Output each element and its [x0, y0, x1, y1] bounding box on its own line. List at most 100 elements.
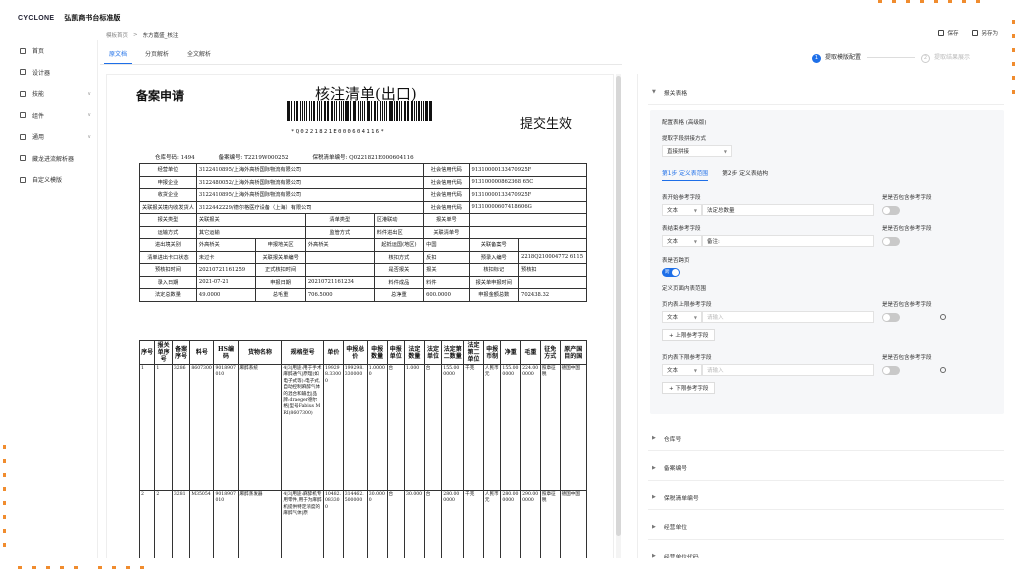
accordion-item[interactable]: ▶ 保税清单编号	[648, 485, 1004, 510]
decor-dash	[126, 566, 130, 569]
start-field-input[interactable]: 法定总数量	[702, 204, 874, 216]
cell: 反扣	[423, 250, 470, 264]
barcode-bar	[311, 101, 312, 121]
cell-label: 社会信用代码	[423, 163, 470, 177]
goods-cell: 224.000000	[520, 364, 541, 491]
end-field-input[interactable]: 备注:	[702, 235, 874, 247]
sidebar-item[interactable]: 通用 ∨	[16, 126, 97, 148]
page-top-input[interactable]: 请输入	[702, 311, 874, 323]
sidebar-item[interactable]: 技能 ∨	[16, 83, 97, 105]
goods-table: 序号 报关单序号 备案序号 料号 HS编码 货物名称 规格型号 单价 申报总价 申报数量 申报单位法…	[138, 340, 588, 558]
accordion-customs-table[interactable]: ▼ 报关表格	[648, 80, 1004, 105]
settings-icon[interactable]	[940, 314, 946, 320]
goods-cell: 台	[386, 364, 406, 491]
decor-dash	[1012, 62, 1015, 66]
top-bar: CYCLONE 弘凯商书台标准版	[16, 10, 1006, 26]
sidebar-item[interactable]: 藏龙进流解析器	[16, 148, 97, 170]
barcode-bar	[420, 101, 422, 121]
cell: 核扣标记	[468, 263, 520, 277]
barcode-bar	[405, 101, 407, 121]
accordion-item[interactable]: ▶ 经营单位代码	[648, 544, 1004, 558]
meta-label: 保税清单编号:	[312, 155, 348, 161]
cell: 起抵运国(地区)	[373, 238, 425, 252]
chevron-down-icon: ▼	[693, 367, 697, 373]
barcode-bar	[320, 101, 323, 121]
settings-icon[interactable]	[940, 367, 946, 373]
barcode-bar	[390, 101, 393, 121]
breadcrumb-parent[interactable]: 模板首页	[106, 31, 128, 39]
chevron-down-icon: ▼	[693, 207, 697, 213]
doc-scroll-thumb[interactable]	[616, 76, 621, 536]
sidebar-item-label: 设计器	[32, 69, 51, 77]
add-top-field-button[interactable]: + 上限参考字段	[662, 329, 716, 341]
sidebar-item[interactable]: 设计器	[16, 62, 97, 84]
sidebar-item[interactable]: 首页	[16, 40, 97, 62]
start-type-select[interactable]: 文本 ▼	[662, 204, 702, 216]
step-2-number: 2	[921, 53, 931, 63]
add-bottom-field-button[interactable]: + 下限参考字段	[662, 382, 716, 394]
cell: 总毛重	[255, 288, 306, 302]
step-subtabs: 第1步 定义表范围 第2步 定义表结构	[662, 168, 768, 181]
accordion-item[interactable]: ▶ 仓库号	[648, 426, 1004, 451]
page-top-include-toggle[interactable]	[882, 313, 900, 322]
chevron-right-icon: ▶	[652, 553, 656, 558]
decor-dash	[98, 566, 102, 569]
decor-dash	[32, 566, 36, 569]
page-bottom-type-select[interactable]: 文本 ▼	[662, 364, 702, 376]
subtab-define-range[interactable]: 第1步 定义表范围	[662, 168, 709, 181]
header-row: 申报企业 3122480052/上海外高桥国际物流有限公司 社会信用代码 913100…	[139, 175, 588, 189]
header-row: 进出境关别 外高桥关 申报地关区 外高桥关 起抵运国(地区) 中国 关联备案号	[139, 238, 587, 252]
goods-header-cell: 货物名称	[237, 340, 283, 365]
save-button[interactable]: 保存	[938, 29, 958, 37]
cell: 2218Q210004772 6115	[518, 250, 587, 264]
barcode-bar	[340, 101, 342, 121]
goods-cell: 199298.330000	[342, 364, 368, 491]
barcode-bar	[364, 101, 366, 121]
meta-value: 1494	[180, 155, 195, 161]
cell: 料件进出区	[373, 225, 425, 239]
cell: 总净重	[373, 288, 425, 302]
cell-label: 申报企业	[139, 175, 197, 189]
page-top-type-select[interactable]: 文本 ▼	[662, 311, 702, 323]
end-include-toggle[interactable]	[882, 237, 900, 246]
end-field-label: 表结束参考字段	[662, 226, 701, 232]
concat-select[interactable]: 直接拼接 ▼	[662, 145, 732, 157]
accordion-item[interactable]: ▶ 备案编号	[648, 456, 1004, 481]
cell	[518, 238, 587, 252]
accordion-item[interactable]: ▶ 经营单位	[648, 515, 1004, 540]
step-2[interactable]: 2 提取结果展示	[921, 52, 970, 63]
doc-scrollbar[interactable]	[616, 74, 621, 558]
sidebar-item[interactable]: 组件 ∨	[16, 105, 97, 127]
start-include-toggle[interactable]	[882, 206, 900, 215]
table-row: 2 2 3281 M35054 9018907010 麻醉蒸发器 4|3|用途:麻醉机专用零…	[138, 490, 588, 558]
doc-title-left: 备案申请	[136, 89, 185, 103]
document-viewer[interactable]: 备案申请 核注清单(出口) 提交生效 *Q0221821E000604116* …	[106, 74, 614, 558]
page-bottom-input[interactable]: 请输入	[702, 364, 874, 376]
subtab-define-structure[interactable]: 第2步 定义表结构	[722, 168, 768, 180]
goods-header-cell: 毛重	[520, 340, 541, 365]
goods-header-cell: 申报单位	[386, 340, 406, 365]
goods-cell: 人民币元	[482, 364, 502, 491]
step-1[interactable]: 1 提取模版配置	[812, 52, 861, 63]
goods-cell: M35054	[189, 490, 215, 558]
sidebar-item[interactable]: 自定义模版	[16, 169, 97, 191]
decor-dash	[3, 543, 6, 547]
barcode-bar	[325, 101, 327, 121]
config-panel: ▼ 报关表格 配置表格 (高级版) 提取字段拼接方式 直接拼接 ▼ 第1步 定义表范…	[637, 74, 1006, 558]
header-row: 关联报关境内收发货人 3122442229/德尔格医疗设备（上海）有限公司 社会信用…	[139, 200, 588, 214]
cell-value: 3122410895/上海外高桥国际物流有限公司	[195, 163, 425, 177]
step-1-number: 1	[812, 53, 821, 63]
tab-full-parse[interactable]: 全文解析	[178, 46, 220, 64]
barcode-bar	[413, 101, 415, 121]
tab-original[interactable]: 原文档	[100, 46, 136, 65]
decor-dash	[934, 0, 938, 3]
chevron-down-icon: ▼	[723, 148, 727, 154]
cross-page-toggle[interactable]: 跨	[662, 268, 680, 277]
end-type-select[interactable]: 文本 ▼	[662, 235, 702, 247]
doc-title-right: 提交生效	[520, 117, 573, 132]
goods-cell: 4|3|用途:麻醉机专用零件,用于为麻醉机提供特定浓度的麻醉气体|原	[281, 490, 324, 558]
save-as-button[interactable]: 另存为	[972, 29, 998, 37]
cell: 706.5000	[304, 288, 375, 302]
tab-page-parse[interactable]: 分页解析	[136, 46, 178, 64]
page-bottom-include-toggle[interactable]	[882, 366, 900, 375]
